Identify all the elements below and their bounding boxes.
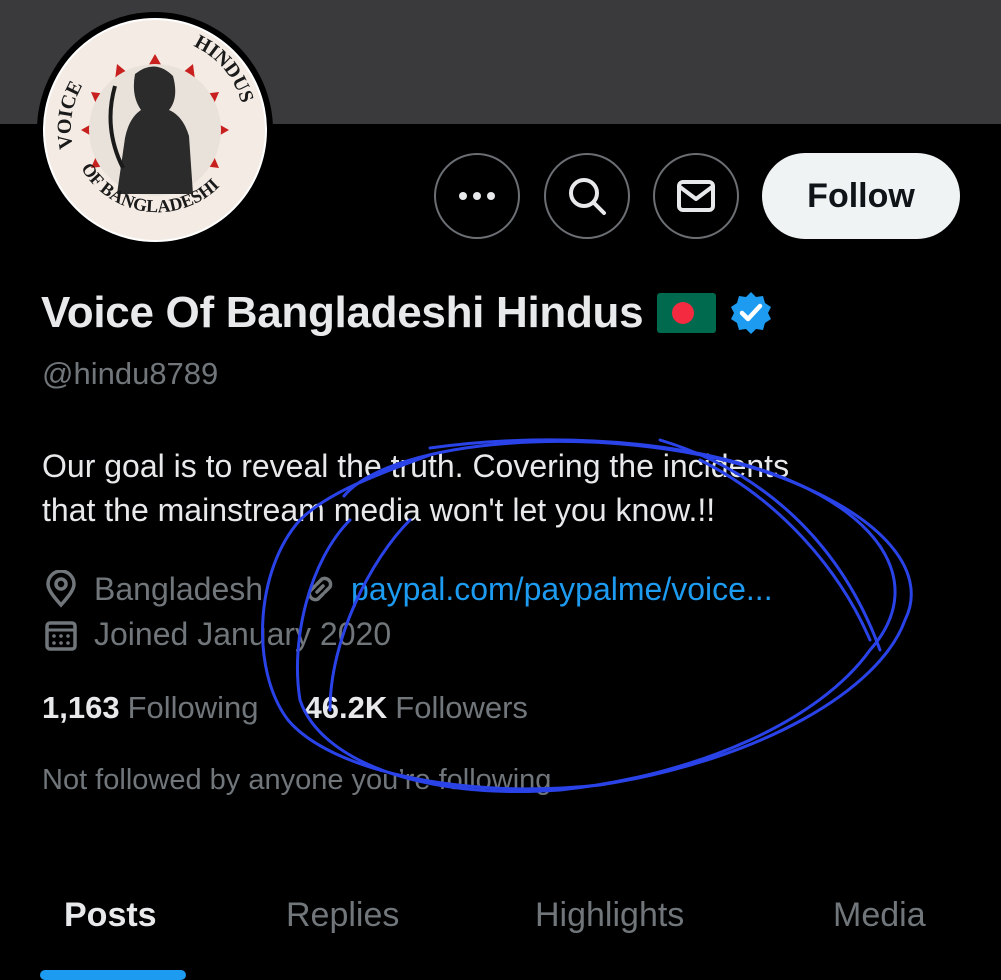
following-stat[interactable]: 1,163 Following bbox=[42, 690, 259, 726]
followers-stat[interactable]: 46.2K Followers bbox=[305, 690, 528, 726]
handle: @hindu8789 bbox=[42, 356, 219, 391]
joined-row: Joined January 2020 bbox=[44, 616, 391, 653]
followers-label: Followers bbox=[395, 690, 528, 725]
link-icon bbox=[307, 576, 333, 602]
bio-line-1: Our goal is to reveal the truth. Coverin… bbox=[42, 448, 790, 484]
avatar-logo: VOICE OF BANGLADESHI HINDUS bbox=[43, 18, 267, 242]
logo-image: VOICE OF BANGLADESHI HINDUS bbox=[45, 20, 265, 240]
search-button[interactable] bbox=[544, 153, 630, 239]
bio: Our goal is to reveal the truth. Coverin… bbox=[42, 444, 942, 532]
follow-stats: 1,163 Following 46.2K Followers bbox=[42, 690, 574, 726]
following-count: 1,163 bbox=[42, 690, 120, 725]
display-name: Voice Of Bangladeshi Hindus bbox=[41, 288, 644, 337]
joined-text: Joined January 2020 bbox=[94, 616, 392, 652]
bangladesh-flag-icon bbox=[657, 293, 717, 333]
more-horizontal-icon bbox=[459, 192, 495, 200]
location-text: Bangladesh bbox=[94, 570, 264, 607]
not-followed-text: Not followed by anyone you’re following bbox=[42, 764, 552, 796]
following-label: Following bbox=[127, 690, 259, 725]
tab-replies[interactable]: Replies bbox=[286, 896, 399, 935]
active-tab-indicator bbox=[40, 970, 186, 980]
follow-button[interactable]: Follow bbox=[762, 153, 960, 239]
website-link[interactable]: paypal.com/paypalme/voice... bbox=[351, 571, 773, 608]
location-pin-icon bbox=[46, 570, 76, 608]
bio-line-2: that the mainstream media won't let you … bbox=[42, 492, 716, 528]
profile-avatar[interactable]: VOICE OF BANGLADESHI HINDUS bbox=[37, 12, 273, 248]
envelope-icon bbox=[677, 180, 715, 212]
message-button[interactable] bbox=[653, 153, 739, 239]
tab-media[interactable]: Media bbox=[833, 896, 926, 935]
more-button[interactable] bbox=[434, 153, 520, 239]
tab-posts[interactable]: Posts bbox=[64, 896, 157, 935]
name-row: Voice Of Bangladeshi Hindus bbox=[41, 288, 774, 338]
calendar-icon bbox=[45, 620, 77, 651]
search-icon bbox=[569, 178, 606, 215]
location-row: Bangladesh paypal.com/paypalme/voice... bbox=[44, 570, 773, 608]
tab-highlights[interactable]: Highlights bbox=[535, 896, 684, 935]
verified-badge-icon[interactable] bbox=[728, 290, 774, 336]
followers-count: 46.2K bbox=[304, 690, 388, 725]
